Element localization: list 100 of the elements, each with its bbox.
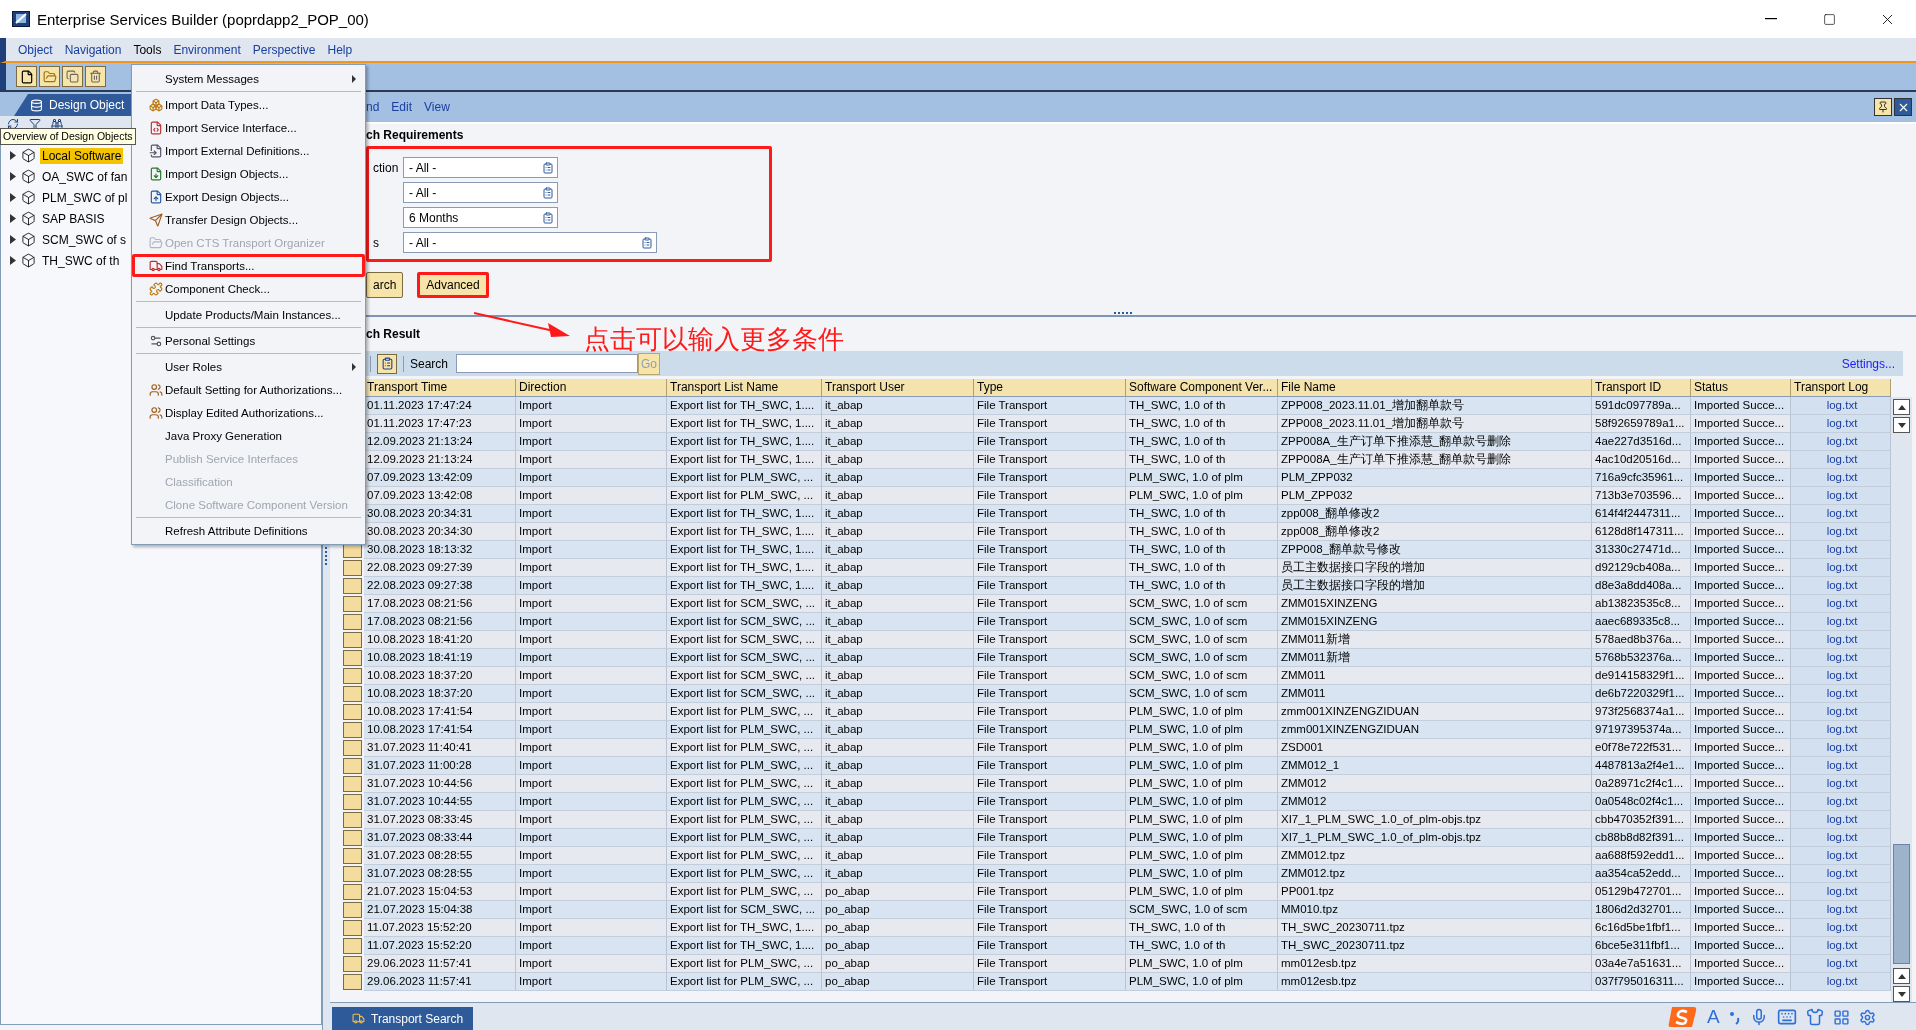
row-selector[interactable] [343, 956, 362, 972]
column-header[interactable]: Status [1691, 379, 1791, 397]
row-selector[interactable] [343, 884, 362, 900]
row-selector[interactable] [343, 686, 362, 702]
column-header[interactable]: Transport ID [1592, 379, 1691, 397]
grip-icon[interactable] [1114, 312, 1132, 315]
expand-arrow-icon[interactable] [9, 193, 17, 202]
column-header[interactable]: Transport List Name [667, 379, 822, 397]
log-link[interactable]: log.txt [1826, 867, 1858, 879]
log-link[interactable]: log.txt [1826, 597, 1858, 609]
log-link[interactable]: log.txt [1826, 957, 1858, 969]
action-button[interactable]: Advanced [417, 272, 489, 298]
log-link[interactable]: log.txt [1826, 615, 1858, 627]
expand-arrow-icon[interactable] [9, 151, 17, 160]
menu-item[interactable]: Display Edited Authorizations... [132, 401, 365, 424]
menu-item[interactable]: Transfer Design Objects... [132, 208, 365, 231]
tree-item[interactable]: Local Software [40, 147, 124, 164]
row-selector[interactable] [343, 902, 362, 918]
expand-arrow-icon[interactable] [9, 256, 17, 265]
column-header[interactable]: Software Component Ver... [1126, 379, 1278, 397]
panel-tab[interactable]: Transport Search [332, 1007, 474, 1030]
log-link[interactable]: log.txt [1826, 543, 1858, 555]
row-selector[interactable] [343, 866, 362, 882]
menu-item[interactable]: User Roles [132, 355, 365, 378]
menu-item[interactable]: Refresh Attribute Definitions [132, 519, 365, 542]
log-link[interactable]: log.txt [1826, 741, 1858, 753]
log-link[interactable]: log.txt [1826, 669, 1858, 681]
tree-item[interactable]: OA_SWC of fan [40, 168, 130, 185]
log-link[interactable]: log.txt [1826, 903, 1858, 915]
scroll-down-icon[interactable] [1893, 417, 1910, 433]
expand-arrow-icon[interactable] [9, 172, 17, 181]
log-link[interactable]: log.txt [1826, 831, 1858, 843]
action-button[interactable]: arch [366, 272, 404, 298]
new-file-button[interactable] [16, 66, 37, 87]
dropdown-field[interactable]: 6 Months [403, 207, 558, 228]
log-link[interactable]: log.txt [1826, 705, 1858, 717]
search-field[interactable] [456, 354, 639, 373]
menu-item[interactable]: Personal Settings [132, 329, 365, 352]
menu-item[interactable]: Tools [133, 42, 162, 57]
log-link[interactable]: log.txt [1826, 489, 1858, 501]
tree-item[interactable]: SCM_SWC of s [40, 231, 128, 248]
log-link[interactable]: log.txt [1826, 921, 1858, 933]
column-header[interactable]: Type [974, 379, 1126, 397]
column-header[interactable]: Direction [516, 379, 667, 397]
settings-icon[interactable] [1858, 1008, 1876, 1026]
row-selector[interactable] [343, 776, 362, 792]
log-link[interactable]: log.txt [1826, 507, 1858, 519]
log-link[interactable]: log.txt [1826, 687, 1858, 699]
row-selector[interactable] [343, 596, 362, 612]
menu-item[interactable]: Edit [391, 100, 413, 114]
scrollbar[interactable] [1891, 397, 1912, 1002]
row-selector[interactable] [343, 668, 362, 684]
scroll-up-icon[interactable] [1893, 968, 1910, 984]
log-link[interactable]: log.txt [1826, 885, 1858, 897]
menu-item[interactable]: nd [366, 100, 380, 114]
settings-link[interactable]: Settings... [1841, 356, 1895, 371]
log-link[interactable]: log.txt [1826, 777, 1858, 789]
row-selector[interactable] [343, 722, 362, 738]
column-header[interactable]: Transport User [822, 379, 974, 397]
log-link[interactable]: log.txt [1826, 813, 1858, 825]
row-selector[interactable] [343, 920, 362, 936]
menu-item[interactable]: Component Check... [132, 277, 365, 300]
row-selector[interactable] [343, 794, 362, 810]
log-link[interactable]: log.txt [1826, 795, 1858, 807]
row-selector[interactable] [343, 614, 362, 630]
log-link[interactable]: log.txt [1826, 723, 1858, 735]
menu-item[interactable]: Perspective [252, 42, 316, 57]
menu-item[interactable]: Import Design Objects... [132, 162, 365, 185]
row-selector[interactable] [343, 650, 362, 666]
dropdown-field[interactable]: - All - [403, 182, 558, 203]
input-mode-toggle[interactable]: A [1707, 1006, 1720, 1028]
grip-icon[interactable] [325, 547, 328, 565]
column-header[interactable]: File Name [1278, 379, 1592, 397]
row-selector[interactable] [343, 974, 362, 990]
close-button[interactable] [1894, 98, 1912, 116]
copy-button[interactable] [62, 66, 83, 87]
log-link[interactable]: log.txt [1826, 651, 1858, 663]
log-link[interactable]: log.txt [1826, 471, 1858, 483]
menu-item[interactable]: Export Design Objects... [132, 185, 365, 208]
scroll-up-icon[interactable] [1893, 399, 1910, 415]
row-selector[interactable] [343, 830, 362, 846]
tree-item[interactable]: PLM_SWC of pl [40, 189, 130, 206]
menu-item[interactable]: Update Products/Main Instances... [132, 303, 365, 326]
log-link[interactable]: log.txt [1826, 975, 1858, 987]
menu-item[interactable]: View [424, 100, 450, 114]
row-selector[interactable] [343, 938, 362, 954]
delete-button[interactable] [85, 66, 106, 87]
pin-button[interactable] [1874, 98, 1892, 116]
row-selector[interactable] [343, 848, 362, 864]
row-selector[interactable] [343, 560, 362, 576]
log-link[interactable]: log.txt [1826, 633, 1858, 645]
log-link[interactable]: log.txt [1826, 453, 1858, 465]
log-link[interactable]: log.txt [1826, 525, 1858, 537]
row-selector[interactable] [343, 812, 362, 828]
log-link[interactable]: log.txt [1826, 939, 1858, 951]
menu-item[interactable]: Default Setting for Authorizations... [132, 378, 365, 401]
scroll-thumb[interactable] [1893, 844, 1910, 964]
log-link[interactable]: log.txt [1826, 435, 1858, 447]
shirt-icon[interactable] [1805, 1008, 1824, 1026]
column-header[interactable]: Transport Log [1791, 379, 1891, 397]
